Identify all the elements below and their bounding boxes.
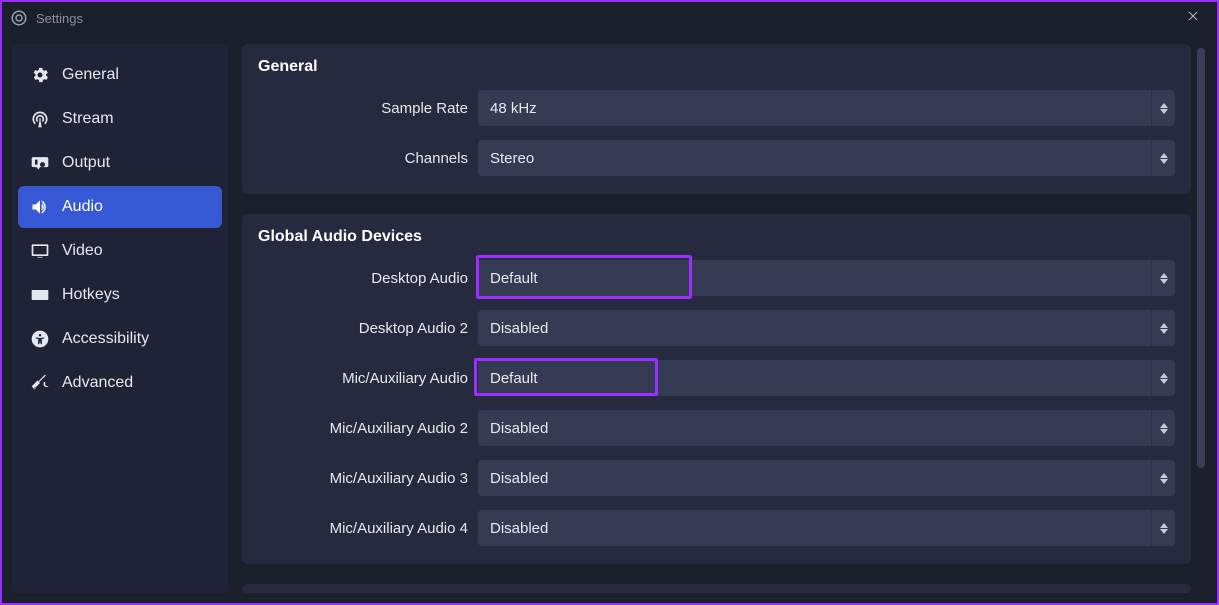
sidebar-item-advanced[interactable]: Advanced [18,362,222,404]
gear-icon [30,65,50,85]
sidebar-item-accessibility[interactable]: Accessibility [18,318,222,360]
select-value[interactable]: 48 kHz [478,90,1151,126]
chevron-up-down-icon[interactable] [1151,410,1175,446]
window-body: General Stream Output Audio Video Hotkeys Acce… [2,34,1217,603]
row-channels: ChannelsStereo [258,140,1175,176]
content-wrap: General Sample Rate48 kHz ChannelsStereo Gl… [242,44,1207,593]
settings-window: Settings General Stream Output Audio Video Ho… [2,2,1217,603]
sidebar-item-label: Stream [62,110,114,128]
sidebar-item-label: Accessibility [62,330,149,348]
sidebar-item-audio[interactable]: Audio [18,186,222,228]
select-value[interactable]: Disabled [478,410,1151,446]
output-icon [30,153,50,173]
monitor-icon [30,241,50,261]
sidebar-item-hotkeys[interactable]: Hotkeys [18,274,222,316]
row-mic-aux-2: Mic/Auxiliary Audio 2Disabled [258,410,1175,446]
keyboard-icon [30,285,50,305]
select-mic-aux[interactable]: Default [478,360,1175,396]
select-value[interactable]: Default [478,260,1151,296]
row-label: Mic/Auxiliary Audio 3 [258,470,478,487]
sidebar-item-video[interactable]: Video [18,230,222,272]
panel-title: Global Audio Devices [258,228,1175,246]
row-field: Stereo [478,140,1175,176]
select-value[interactable]: Stereo [478,140,1151,176]
panel-global_audio: Global Audio DevicesDesktop AudioDefault… [242,214,1191,564]
row-mic-aux-3: Mic/Auxiliary Audio 3Disabled [258,460,1175,496]
row-label: Mic/Auxiliary Audio 2 [258,420,478,437]
row-desktop-audio: Desktop AudioDefault [258,260,1175,296]
content-area: General Sample Rate48 kHz ChannelsStereo Gl… [242,44,1191,593]
sidebar-item-general[interactable]: General [18,54,222,96]
chevron-up-down-icon[interactable] [1151,260,1175,296]
select-value[interactable]: Default [478,360,1151,396]
sidebar-item-label: Video [62,242,103,260]
select-mic-aux-4[interactable]: Disabled [478,510,1175,546]
select-channels[interactable]: Stereo [478,140,1175,176]
row-field: Disabled [478,410,1175,446]
row-field: Default [478,360,1175,396]
chevron-up-down-icon[interactable] [1151,510,1175,546]
select-sample-rate[interactable]: 48 kHz [478,90,1175,126]
row-mic-aux-4: Mic/Auxiliary Audio 4Disabled [258,510,1175,546]
row-field: Disabled [478,510,1175,546]
row-label: Mic/Auxiliary Audio [258,370,478,387]
row-label: Sample Rate [258,100,478,117]
row-desktop-audio-2: Desktop Audio 2Disabled [258,310,1175,346]
select-mic-aux-3[interactable]: Disabled [478,460,1175,496]
sidebar-item-label: Output [62,154,110,172]
row-field: 48 kHz [478,90,1175,126]
chevron-up-down-icon[interactable] [1151,460,1175,496]
sidebar: General Stream Output Audio Video Hotkeys Acce… [12,44,228,593]
scrollbar-track[interactable] [1197,44,1207,593]
row-label: Mic/Auxiliary Audio 4 [258,520,478,537]
obs-logo-icon [10,9,28,27]
chevron-up-down-icon[interactable] [1151,140,1175,176]
speaker-icon [30,197,50,217]
sidebar-item-label: Hotkeys [62,286,120,304]
antenna-icon [30,109,50,129]
row-field: Default [478,260,1175,296]
select-mic-aux-2[interactable]: Disabled [478,410,1175,446]
tools-icon [30,373,50,393]
close-button[interactable] [1177,9,1209,28]
chevron-up-down-icon[interactable] [1151,310,1175,346]
row-mic-aux: Mic/Auxiliary AudioDefault [258,360,1175,396]
sidebar-item-stream[interactable]: Stream [18,98,222,140]
panel-general: General Sample Rate48 kHz ChannelsStereo [242,44,1191,194]
sidebar-item-label: Advanced [62,374,133,392]
row-field: Disabled [478,310,1175,346]
select-value[interactable]: Disabled [478,460,1151,496]
row-label: Channels [258,150,478,167]
sidebar-item-output[interactable]: Output [18,142,222,184]
chevron-up-down-icon[interactable] [1151,360,1175,396]
panel-next-peek [242,584,1191,593]
row-sample-rate: Sample Rate48 kHz [258,90,1175,126]
select-desktop-audio[interactable]: Default [478,260,1175,296]
select-value[interactable]: Disabled [478,310,1151,346]
sidebar-item-label: Audio [62,198,103,216]
window-title: Settings [36,11,83,26]
chevron-up-down-icon[interactable] [1151,90,1175,126]
titlebar: Settings [2,2,1217,34]
row-field: Disabled [478,460,1175,496]
scrollbar-thumb[interactable] [1197,48,1205,468]
sidebar-item-label: General [62,66,119,84]
accessibility-icon [30,329,50,349]
select-value[interactable]: Disabled [478,510,1151,546]
select-desktop-audio-2[interactable]: Disabled [478,310,1175,346]
panel-title: General [258,58,1175,76]
row-label: Desktop Audio 2 [258,320,478,337]
row-label: Desktop Audio [258,270,478,287]
